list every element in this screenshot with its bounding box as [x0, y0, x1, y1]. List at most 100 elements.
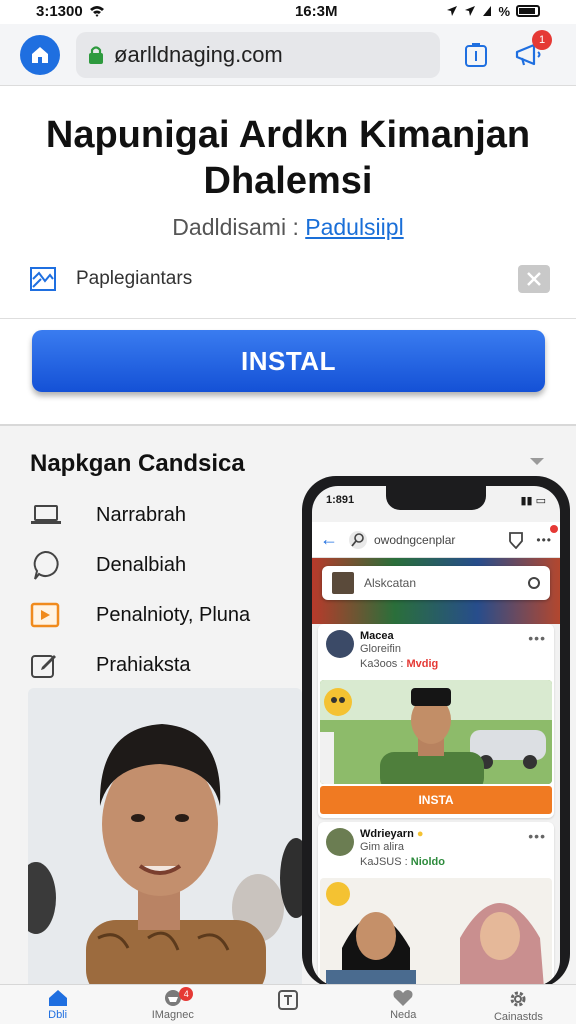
ad-banner: Paplegiantars [30, 262, 550, 296]
feature-item[interactable]: Narrabrah [30, 490, 300, 540]
signal-strength-icon [483, 6, 492, 16]
post-stat-label: Ka3oos : [360, 658, 404, 670]
post-header: Macea Gloreifin Ka3oos : Mvdig ••• [318, 624, 554, 680]
developer-line: Dadldisami : Padulsiipl [0, 214, 576, 241]
phone-nav-bar: ← owodngcenplar ••• [312, 522, 560, 558]
post-stat-label: KaJSUS : [360, 856, 408, 868]
battery-icon [516, 5, 540, 17]
phone-post-card: Macea Gloreifin Ka3oos : Mvdig ••• INSTA [318, 624, 554, 818]
battery-percent: % [498, 3, 510, 19]
signal-icon [465, 6, 476, 16]
more-icon[interactable]: ••• [528, 828, 546, 844]
phone-battery-icon: ▮▮ ▭ [520, 495, 546, 507]
heart-icon [393, 990, 413, 1006]
wifi-icon [89, 6, 104, 17]
tabs-icon [465, 42, 487, 67]
tabs-button[interactable] [462, 41, 490, 69]
post-subtitle: Gloreifin [360, 643, 401, 655]
phone-address-bar[interactable]: owodngcenplar [348, 530, 508, 550]
phone-mockup: 1:891 ▮▮ ▭ ← owodngcenplar ••• Alskcatan [302, 476, 570, 988]
location-icon [447, 6, 458, 16]
chat-bubble-icon [30, 548, 76, 582]
verified-badge-icon: ● [416, 828, 424, 840]
post-stats: Ka3oos : Mvdig [360, 658, 522, 671]
home-icon [32, 46, 48, 63]
feature-item[interactable]: Denalbiah [30, 540, 300, 590]
nav-home[interactable]: Dbli [0, 985, 115, 1024]
status-time: 16:3M [294, 2, 338, 20]
install-button[interactable]: INSTAL [32, 330, 545, 392]
post-image [320, 878, 552, 986]
record-icon [528, 577, 540, 589]
phone-search-text: Alskcatan [364, 576, 417, 590]
post-author: Macea [360, 630, 394, 642]
nav-label: Neda [390, 1009, 417, 1021]
feature-label: Narrabrah [96, 503, 187, 526]
address-bar[interactable]: øarlldnaging.com [76, 31, 440, 78]
home-button[interactable] [20, 34, 60, 75]
nav-label: Cainastds [493, 1011, 543, 1023]
url-text: øarlldnaging.com [114, 41, 283, 67]
post-install-button[interactable]: INSTA [320, 786, 552, 814]
promo-photo [28, 688, 302, 984]
laptop-icon [30, 498, 76, 532]
app-title: Napunigai Ardkn Kimanjan Dhalemsi [45, 114, 531, 202]
avatar [326, 630, 354, 658]
chevron-down-icon[interactable] [528, 454, 546, 468]
phone-status-bar: 1:891 ▮▮ ▭ [326, 494, 546, 507]
developer-link[interactable]: Padulsiipl [305, 214, 403, 240]
thumbnail-icon [332, 572, 354, 594]
shield-icon[interactable] [508, 531, 524, 549]
close-icon [527, 272, 541, 286]
bottom-nav: Dbli 4 IMagnec Neda Cainastds [0, 984, 576, 1024]
post-subtitle: Gim alira [360, 841, 405, 853]
home-icon [48, 990, 67, 1006]
ad-close-button[interactable] [518, 265, 550, 293]
feature-item[interactable]: Penalnioty, Pluna [30, 590, 300, 640]
edit-icon [30, 648, 76, 682]
tablet-icon [278, 990, 298, 1010]
nav-tablet[interactable] [230, 985, 345, 1024]
feature-item[interactable]: Prahiaksta [30, 640, 300, 690]
post-author: Wdrieyarn ● [360, 828, 522, 841]
nav-store[interactable]: 4 IMagnec [115, 985, 230, 1024]
post-header: Wdrieyarn ● Gim alira KaJSUS : Nioldo ••… [318, 822, 554, 878]
ad-choices-icon [30, 267, 56, 291]
feature-label: Denalbiah [96, 553, 187, 576]
play-icon [30, 598, 76, 632]
lock-icon [89, 45, 103, 64]
phone-screen: 1:891 ▮▮ ▭ ← owodngcenplar ••• Alskcatan [312, 486, 560, 986]
nav-label: IMagnec [151, 1009, 194, 1021]
post-stats: KaJSUS : Nioldo [360, 856, 522, 869]
developer-label: Dadldisami : [172, 214, 299, 240]
back-arrow-icon[interactable]: ← [320, 529, 338, 550]
post-tag: Mvdig [406, 658, 439, 670]
phone-search-field[interactable]: Alskcatan [322, 566, 550, 600]
phone-url-text: owodngcenplar [374, 532, 456, 547]
nav-favorites[interactable]: Neda [346, 985, 461, 1024]
search-icon [349, 530, 367, 549]
feature-label: Prahiaksta [96, 653, 191, 676]
browser-toolbar: øarlldnaging.com 1 [0, 24, 576, 86]
avatar [326, 828, 354, 856]
section-title: Napkgan Candsica [30, 450, 245, 477]
app-screen: 3:1300 16:3M % øarlldnaging.com 1 Napuni… [0, 0, 576, 1024]
feature-list: Narrabrah Denalbiah Penalnioty, Pluna Pr… [30, 490, 300, 690]
status-text: 3:1300 [36, 2, 83, 20]
nav-badge: 4 [179, 987, 194, 1001]
more-icon[interactable]: ••• [536, 524, 558, 547]
phone-status-time: 1:891 [326, 494, 355, 506]
notification-badge: 1 [532, 29, 552, 50]
notifications-button[interactable]: 1 [512, 29, 552, 72]
post-author-name: Wdrieyarn [360, 828, 414, 840]
post-meta: Wdrieyarn ● Gim alira KaJSUS : Nioldo [360, 828, 522, 869]
feature-label: Penalnioty, Pluna [96, 603, 251, 626]
nav-settings[interactable]: Cainastds [461, 985, 576, 1024]
phone-post-card: Wdrieyarn ● Gim alira KaJSUS : Nioldo ••… [318, 822, 554, 986]
more-icon[interactable]: ••• [528, 630, 546, 646]
post-image [320, 680, 552, 784]
ad-label: Paplegiantars [76, 268, 193, 289]
post-tag: Nioldo [410, 856, 445, 868]
post-meta: Macea Gloreifin Ka3oos : Mvdig [360, 630, 522, 671]
gear-icon [510, 991, 526, 1007]
